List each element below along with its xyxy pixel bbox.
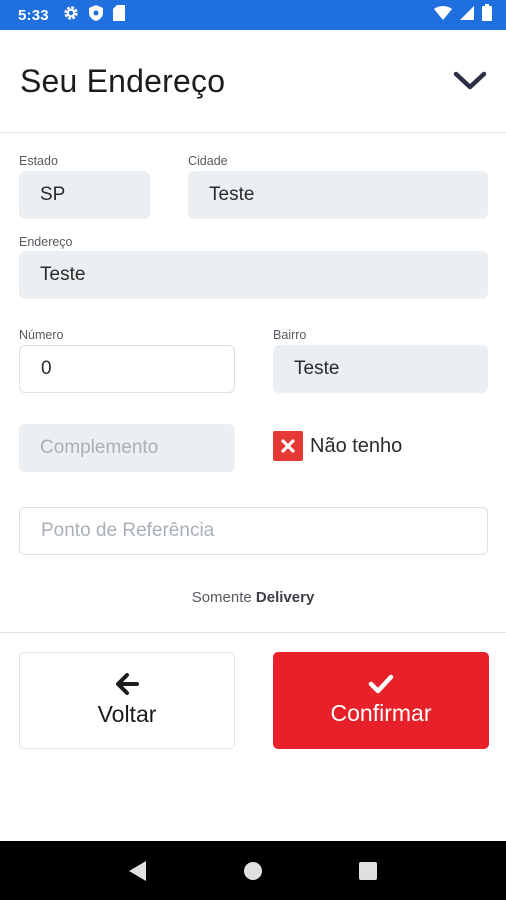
nav-recents-button[interactable] [348, 851, 388, 891]
cidade-field[interactable]: Teste [188, 171, 488, 219]
wifi-icon [434, 5, 452, 25]
numero-label: Número [19, 328, 64, 342]
check-icon [368, 674, 394, 694]
estado-label: Estado [19, 154, 58, 168]
page-title: Seu Endereço [20, 62, 226, 99]
confirm-button[interactable]: Confirmar [273, 652, 489, 749]
endereco-field[interactable]: Teste [19, 251, 488, 299]
status-left-icons [63, 4, 125, 26]
endereco-label: Endereço [19, 235, 73, 249]
page-header: Seu Endereço [0, 30, 506, 133]
collapse-button[interactable] [452, 66, 488, 96]
complemento-input[interactable]: Complemento [19, 424, 235, 472]
status-bar: 5:33 [0, 0, 506, 30]
arrow-left-icon [116, 673, 139, 695]
delivery-prefix: Somente [191, 589, 252, 606]
status-right-icons [434, 4, 492, 26]
chevron-down-icon [453, 71, 487, 90]
delivery-note: Somente Delivery [0, 589, 506, 606]
home-circle-icon [243, 861, 262, 880]
battery-icon [482, 4, 492, 26]
delivery-emphasis: Delivery [255, 589, 315, 606]
bairro-field[interactable]: Teste [273, 345, 488, 393]
referencia-placeholder: Ponto de Referência [41, 520, 215, 541]
confirm-button-label: Confirmar [330, 700, 432, 726]
gear-icon [63, 5, 79, 26]
numero-input[interactable]: 0 [19, 345, 235, 393]
divider [0, 632, 506, 633]
estado-value: SP [40, 184, 66, 205]
sd-card-icon [112, 4, 125, 26]
nav-back-button[interactable] [118, 851, 158, 891]
close-icon [281, 439, 295, 453]
signal-icon [460, 5, 474, 25]
navigation-bar [0, 841, 506, 900]
estado-field[interactable]: SP [19, 171, 150, 219]
shield-icon [88, 4, 103, 26]
complemento-placeholder: Complemento [40, 437, 159, 458]
bairro-value: Teste [294, 358, 340, 379]
nav-home-button[interactable] [233, 851, 273, 891]
numero-value: 0 [41, 358, 52, 379]
endereco-value: Teste [40, 264, 86, 285]
cidade-label: Cidade [188, 154, 228, 168]
cidade-value: Teste [209, 184, 255, 205]
recents-square-icon [359, 861, 378, 880]
back-button[interactable]: Voltar [19, 652, 235, 749]
nao-tenho-checkbox[interactable] [273, 431, 303, 461]
bairro-label: Bairro [273, 328, 307, 342]
back-button-label: Voltar [97, 701, 157, 727]
nao-tenho-label[interactable]: Não tenho [310, 435, 402, 458]
back-triangle-icon [128, 860, 146, 881]
referencia-input[interactable]: Ponto de Referência [19, 507, 488, 555]
status-time: 5:33 [18, 6, 49, 24]
